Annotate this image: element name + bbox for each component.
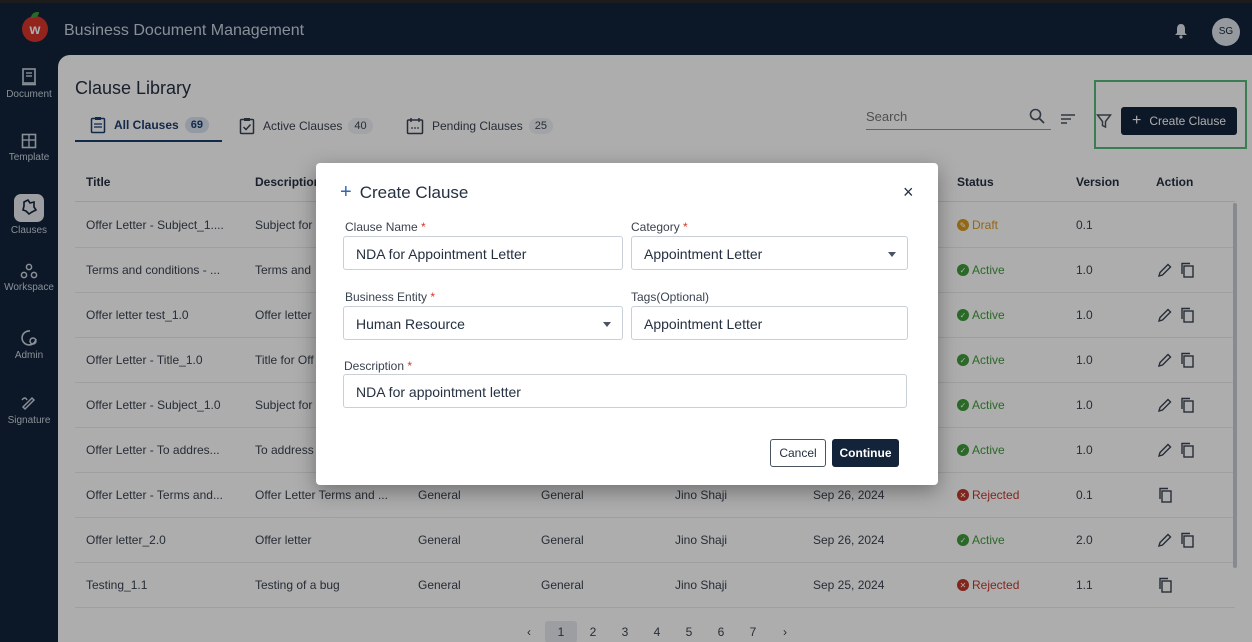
category-label: Category * (631, 220, 688, 234)
close-icon[interactable]: × (903, 182, 914, 203)
tags-label: Tags(Optional) (631, 290, 710, 304)
modal-title: + Create Clause (340, 181, 468, 204)
description-input[interactable]: NDA for appointment letter (343, 374, 907, 408)
chevron-down-icon (888, 252, 896, 257)
tags-input[interactable]: Appointment Letter (631, 306, 908, 340)
clause-name-input[interactable]: NDA for Appointment Letter (343, 236, 623, 270)
plus-icon: + (340, 181, 352, 203)
business-entity-label: Business Entity * (345, 290, 436, 304)
description-label: Description * (344, 359, 413, 373)
business-entity-select[interactable]: Human Resource (343, 306, 623, 340)
clause-name-label: Clause Name * (345, 220, 426, 234)
cancel-button[interactable]: Cancel (770, 439, 826, 467)
create-clause-dialog: + Create Clause × Clause Name * NDA for … (316, 163, 938, 485)
app-window: w Business Document Management SG Docume… (0, 0, 1252, 642)
continue-button[interactable]: Continue (832, 439, 899, 467)
chevron-down-icon (603, 322, 611, 327)
category-selected-value: Appointment Letter (644, 246, 763, 262)
category-select[interactable]: Appointment Letter (631, 236, 908, 270)
business-entity-selected-value: Human Resource (356, 316, 465, 332)
modal-title-text: Create Clause (359, 182, 469, 202)
